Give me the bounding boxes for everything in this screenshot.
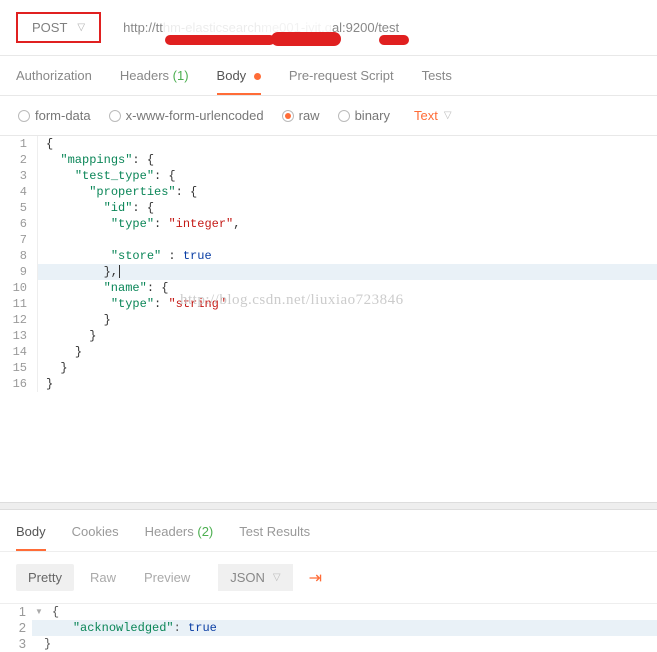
radio-icon [18,110,30,122]
method-label: POST [32,20,67,35]
radio-icon [109,110,121,122]
tab-headers[interactable]: Headers (1) [120,68,189,95]
radio-urlencoded[interactable]: x-www-form-urlencoded [109,108,264,123]
body-type-options: form-data x-www-form-urlencoded raw bina… [0,96,657,136]
chevron-down-icon: ▽ [444,110,452,121]
radio-raw[interactable]: raw [282,108,320,123]
view-pretty-button[interactable]: Pretty [16,564,74,591]
response-view-bar: Pretty Raw Preview JSON ▽ ⇥ [0,552,657,603]
radio-icon [282,110,294,122]
redaction-mark [165,35,275,45]
request-tabs: Authorization Headers (1) Body Pre-reque… [0,56,657,96]
radio-form-data[interactable]: form-data [18,108,91,123]
radio-icon [338,110,350,122]
tab-body[interactable]: Body [217,68,261,95]
dot-icon [254,73,261,80]
view-preview-button[interactable]: Preview [132,564,202,591]
response-tabs: Body Cookies Headers (2) Test Results [0,510,657,552]
chevron-down-icon: ▽ [77,22,85,33]
http-method-dropdown[interactable]: POST ▽ [16,12,101,43]
tab-authorization[interactable]: Authorization [16,68,92,95]
cursor [119,265,120,278]
pane-divider[interactable] [0,502,657,510]
radio-binary[interactable]: binary [338,108,390,123]
tab-tests[interactable]: Tests [422,68,452,95]
fold-icon[interactable]: ▼ [32,604,46,620]
redaction-mark [271,32,341,46]
response-format-dropdown[interactable]: JSON ▽ [218,564,292,591]
raw-format-dropdown[interactable]: Text ▽ [414,108,452,123]
request-top-bar: POST ▽ http://tthm-elasticsearchme001-jy… [0,0,657,56]
redaction-mark [379,35,409,45]
resp-tab-body[interactable]: Body [16,524,46,551]
tab-prerequest[interactable]: Pre-request Script [289,68,394,95]
response-body-viewer[interactable]: 1▼{ 2 "acknowledged": true 3 } [0,603,657,652]
request-url-input[interactable]: http://tthm-elasticsearchme001-jyit.qal:… [123,20,641,35]
resp-tab-cookies[interactable]: Cookies [72,524,119,551]
request-body-editor[interactable]: http://blog.csdn.net/liuxiao723846 1{ 2 … [0,136,657,502]
resp-tab-tests[interactable]: Test Results [239,524,310,551]
view-raw-button[interactable]: Raw [78,564,128,591]
resp-tab-headers[interactable]: Headers (2) [145,524,214,551]
chevron-down-icon: ▽ [273,572,281,583]
